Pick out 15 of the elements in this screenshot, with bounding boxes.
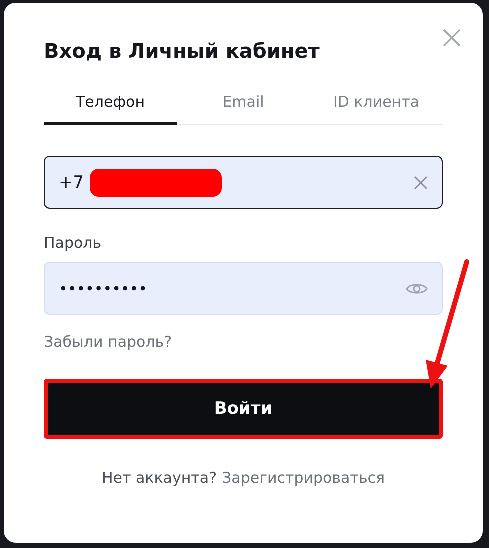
password-label: Пароль [44, 234, 103, 252]
no-account-text: Нет аккаунта? [102, 469, 218, 487]
register-link[interactable]: Зарегистрироваться [222, 469, 386, 487]
password-field[interactable]: •••••••••• [44, 262, 443, 315]
login-tab[interactable]: Телефон [44, 93, 177, 125]
phone-field[interactable]: +7 [44, 156, 443, 209]
phone-value: +7 [59, 172, 84, 192]
clear-icon[interactable] [414, 176, 428, 190]
login-tab[interactable]: ID клиента [310, 93, 443, 125]
login-button[interactable]: Войти [44, 379, 443, 439]
dialog-title: Вход в Личный кабинет [44, 39, 321, 63]
login-tab[interactable]: Email [177, 93, 310, 125]
forgot-password-link[interactable]: Забыли пароль? [44, 333, 172, 351]
close-icon[interactable] [443, 29, 461, 47]
password-value: •••••••••• [59, 280, 148, 298]
